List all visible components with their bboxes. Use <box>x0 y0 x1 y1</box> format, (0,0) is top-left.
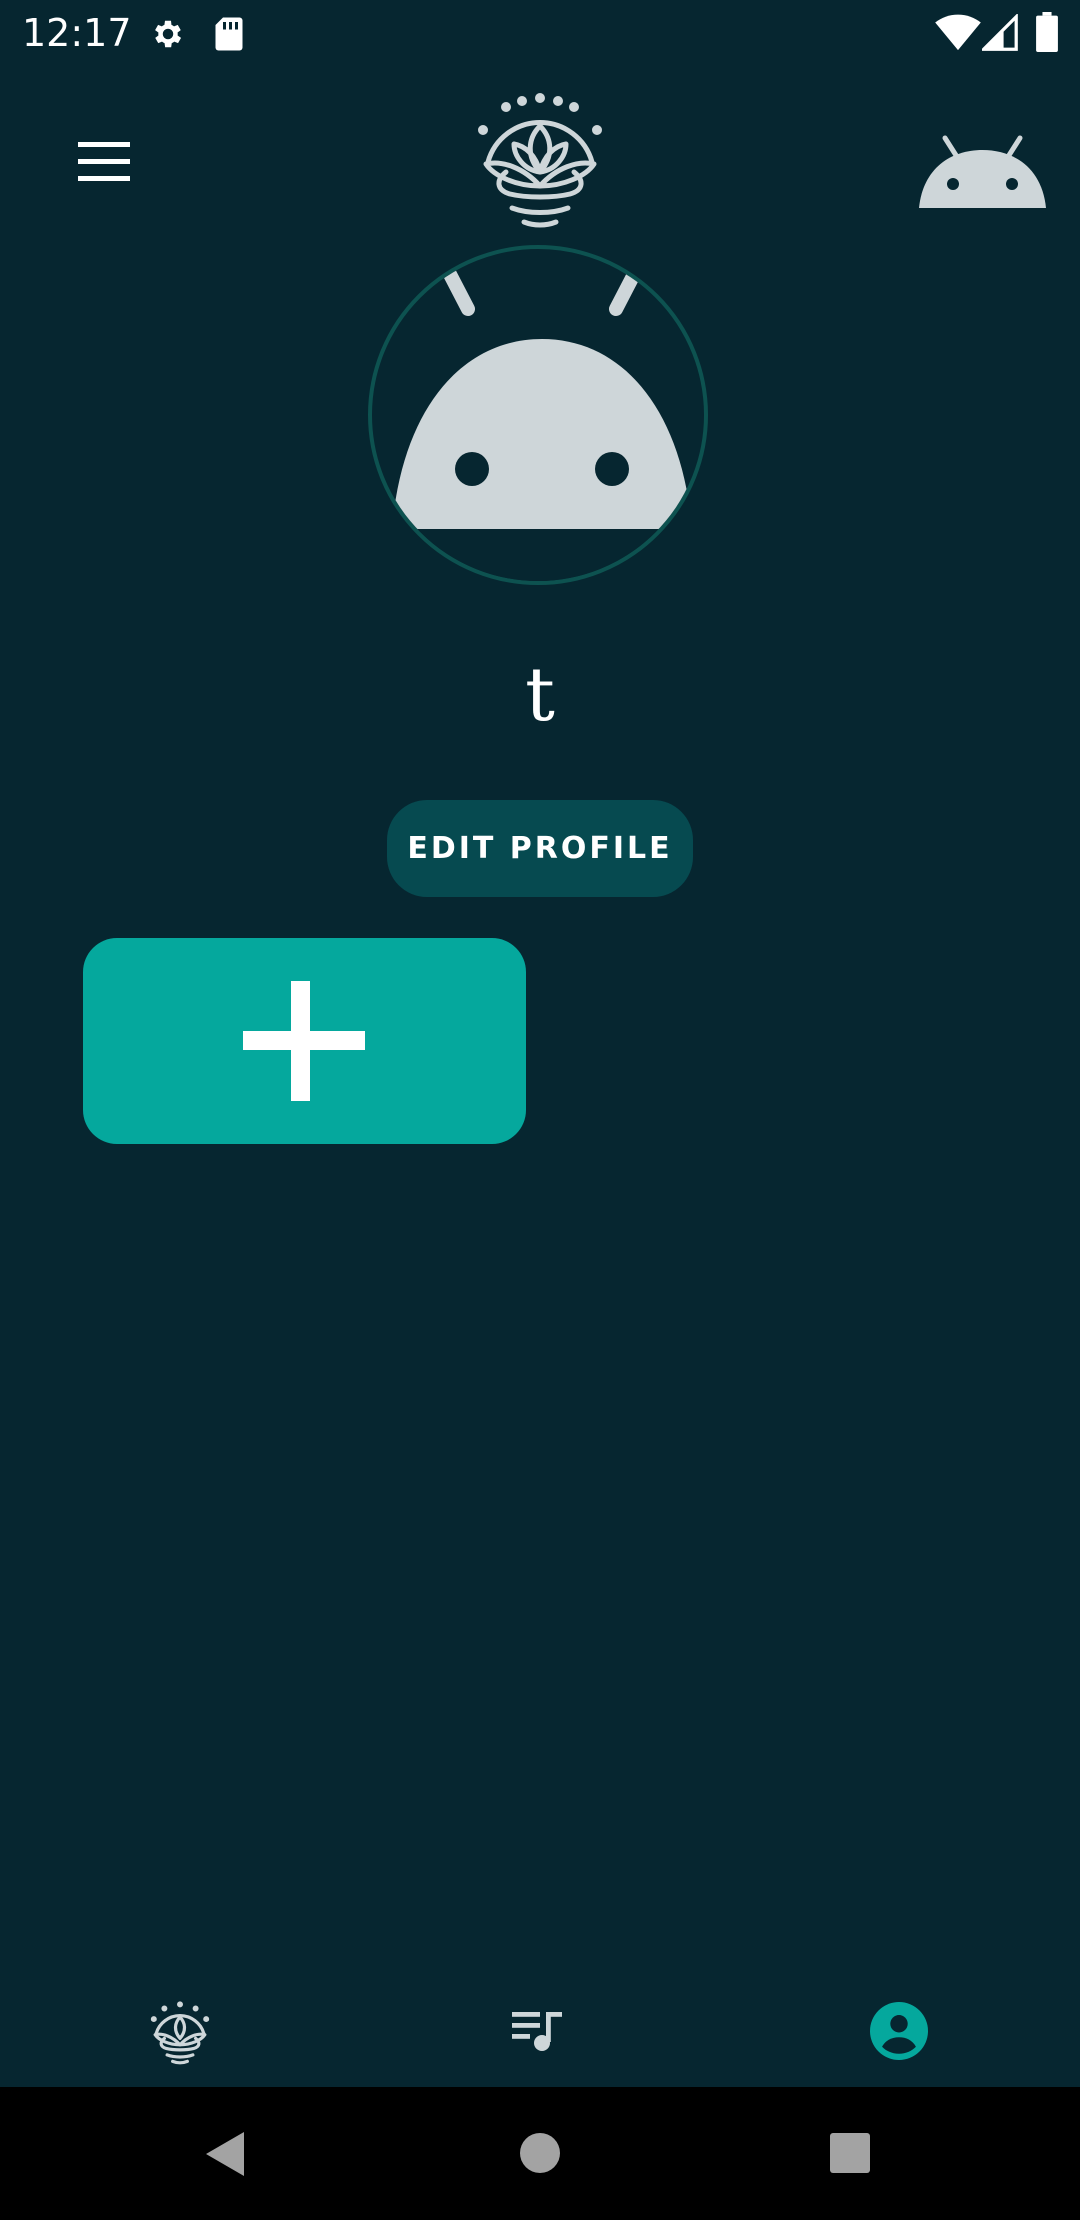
back-icon[interactable] <box>200 2129 250 2179</box>
recents-icon[interactable] <box>828 2131 872 2175</box>
lotus-meditate-icon <box>150 2001 210 2065</box>
system-navigation-bar <box>0 2087 1080 2220</box>
wifi-icon <box>935 14 981 51</box>
gear-icon <box>155 20 182 48</box>
hamburger-menu-icon[interactable] <box>70 130 140 190</box>
battery-icon <box>1036 12 1058 52</box>
account-circle-icon <box>870 2002 928 2060</box>
nav-item-profile[interactable] <box>820 1972 980 2087</box>
lotus-logo-icon <box>478 93 602 228</box>
profile-screen: 12:17 t EDIT PROFILE <box>0 0 1080 2220</box>
profile-name: t <box>525 652 555 738</box>
add-button[interactable] <box>83 938 526 1144</box>
home-icon[interactable] <box>518 2131 562 2175</box>
nav-item-playlist[interactable] <box>460 1972 620 2087</box>
status-bar: 12:17 <box>0 0 1080 66</box>
status-time: 12:17 <box>22 11 132 55</box>
android-avatar-icon <box>372 249 704 581</box>
nav-item-meditate[interactable] <box>100 1972 260 2087</box>
signal-icon <box>982 14 1018 51</box>
android-avatar-icon[interactable] <box>915 128 1050 210</box>
bottom-navigation <box>0 1972 1080 2087</box>
edit-profile-button[interactable]: EDIT PROFILE <box>387 800 693 897</box>
sd-card-icon <box>215 17 243 51</box>
playlist-music-icon <box>512 2012 562 2051</box>
profile-avatar[interactable] <box>368 245 708 585</box>
